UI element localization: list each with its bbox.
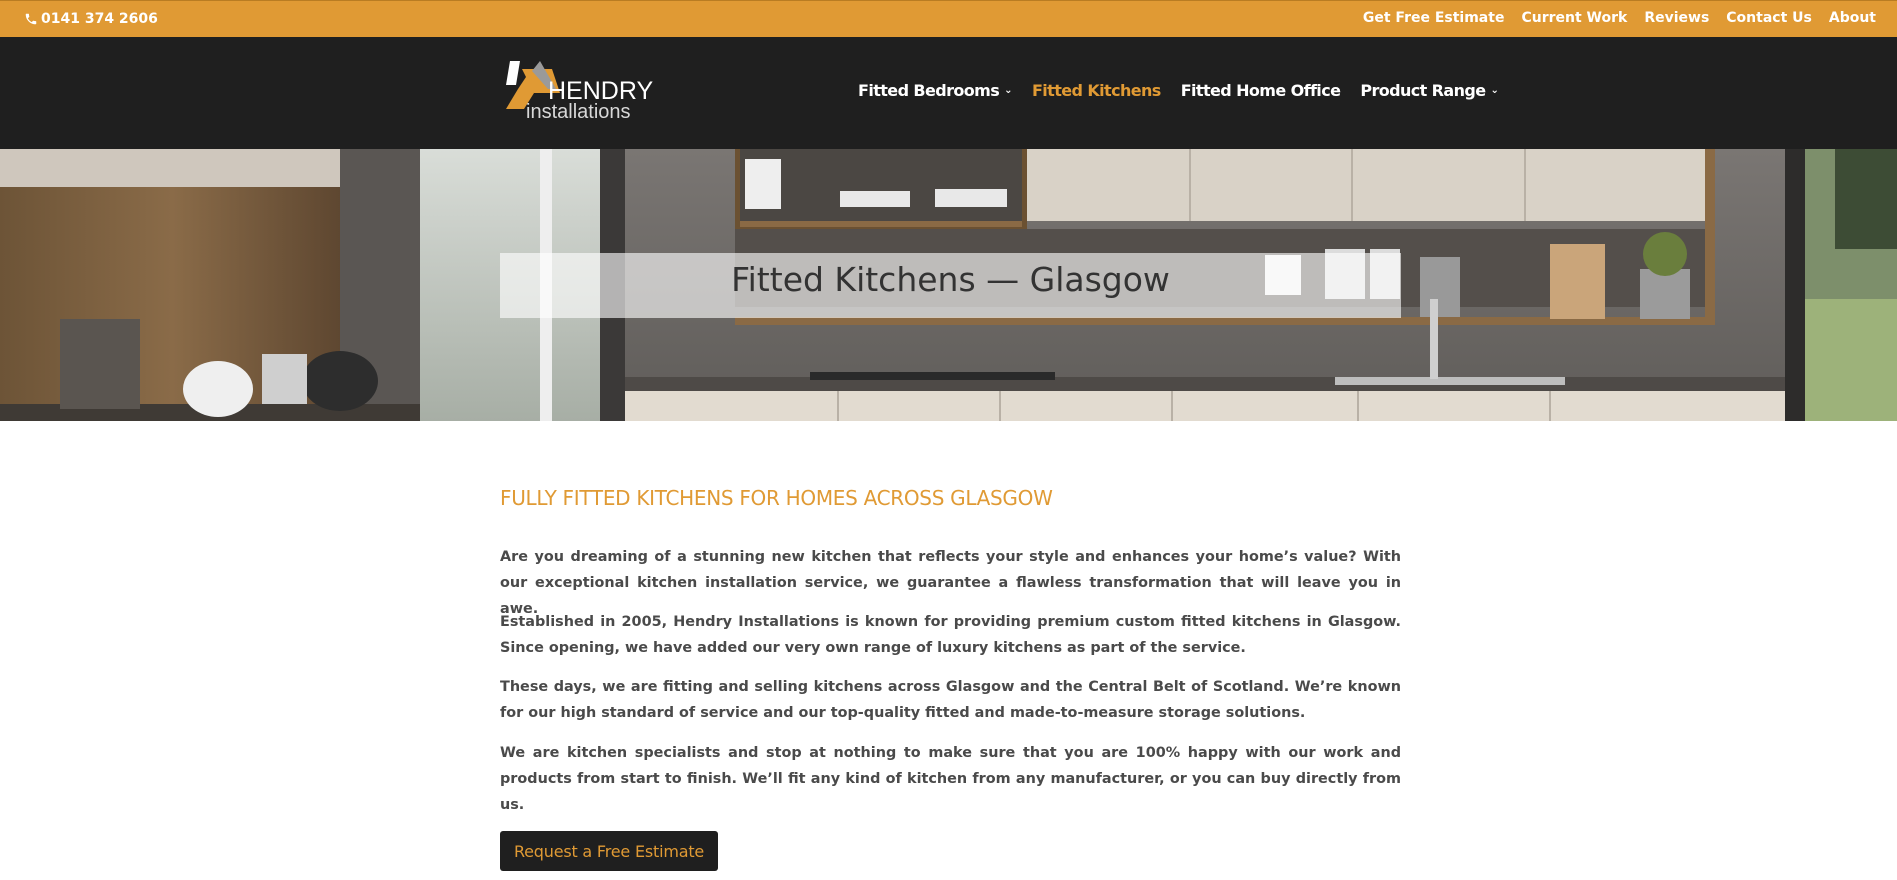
phone-number[interactable]: 0141 374 2606 [24,11,158,27]
chevron-down-icon: ⌄ [1490,85,1499,96]
phone-label: 0141 374 2606 [41,11,158,27]
hero-banner: Fitted Kitchens — Glasgow [0,149,1897,421]
top-link-reviews[interactable]: Reviews [1644,10,1709,26]
nav-label: Fitted Home Office [1180,81,1341,100]
top-link-current-work[interactable]: Current Work [1521,10,1627,26]
nav-fitted-kitchens[interactable]: Fitted Kitchens [1032,81,1161,100]
top-link-contact-us[interactable]: Contact Us [1726,10,1812,26]
top-links: Get Free Estimate Current Work Reviews C… [1363,10,1876,26]
hero-title: Fitted Kitchens — Glasgow [731,260,1170,299]
site-logo[interactable]: HENDRY installations [504,59,653,127]
main-header: HENDRY installations Fitted Bedrooms ⌄ F… [0,37,1897,149]
logo-subtitle: installations [526,101,631,123]
top-link-about[interactable]: About [1829,10,1876,26]
nav-product-range[interactable]: Product Range ⌄ [1360,81,1499,100]
request-free-estimate-button[interactable]: Request a Free Estimate [500,831,718,871]
main-content: FULLY FITTED KITCHENS FOR HOMES ACROSS G… [500,486,1401,813]
nav-fitted-bedrooms[interactable]: Fitted Bedrooms ⌄ [858,81,1013,100]
nav-label: Product Range [1360,81,1486,100]
nav-label: Fitted Kitchens [1031,81,1161,100]
nav-fitted-home-office[interactable]: Fitted Home Office [1181,81,1341,100]
top-bar: 0141 374 2606 Get Free Estimate Current … [0,0,1897,37]
phone-icon [25,13,37,25]
chevron-down-icon: ⌄ [1004,85,1012,96]
coverage-paragraph: These days, we are fitting and selling k… [500,679,1401,721]
specialists-paragraph: We are kitchen specialists and stop at n… [500,745,1401,813]
history-paragraph: Established in 2005, Hendry Installation… [500,614,1401,656]
top-link-get-free-estimate[interactable]: Get Free Estimate [1363,10,1505,26]
nav-label: Fitted Bedrooms [858,81,1000,100]
section-heading: FULLY FITTED KITCHENS FOR HOMES ACROSS G… [500,486,1053,510]
main-nav: Fitted Bedrooms ⌄ Fitted Kitchens Fitted… [858,81,1499,100]
